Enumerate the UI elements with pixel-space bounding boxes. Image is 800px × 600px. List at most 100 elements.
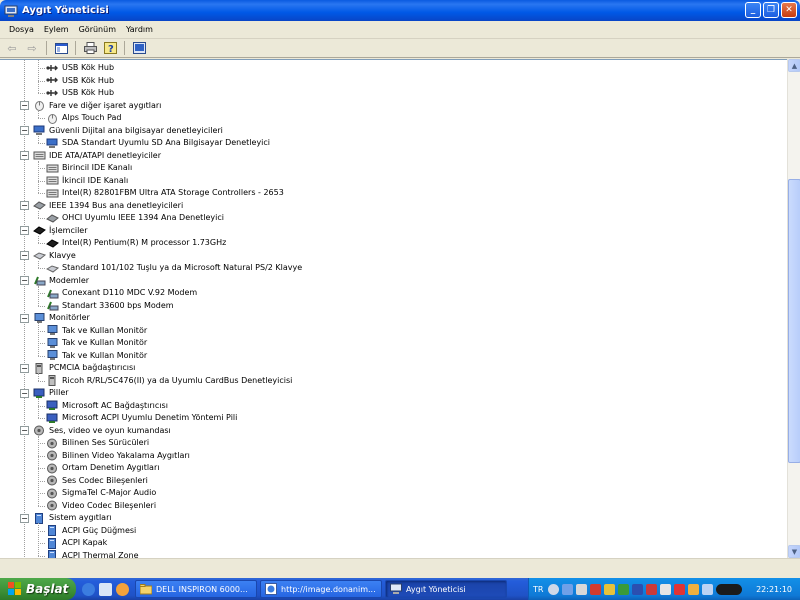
internet-explorer-icon[interactable] bbox=[82, 582, 95, 596]
tree-device[interactable]: Ses Codec Bileşenleri bbox=[46, 475, 148, 488]
tree-device[interactable]: Standart 33600 bps Modem bbox=[46, 300, 174, 313]
print-icon[interactable] bbox=[81, 40, 99, 56]
tree-category[interactable]: − Klavye bbox=[20, 250, 76, 263]
scroll-thumb[interactable] bbox=[788, 179, 800, 463]
forward-arrow-icon[interactable]: ⇨ bbox=[23, 40, 41, 56]
tree-device[interactable]: Microsoft AC Bağdaştırıcısı bbox=[46, 400, 168, 413]
tree-category[interactable]: − Fare ve diğer işaret aygıtları bbox=[20, 100, 161, 113]
tree-device[interactable]: Alps Touch Pad bbox=[46, 112, 121, 125]
tree-device[interactable]: Intel(R) Pentium(R) M processor 1.73GHz bbox=[46, 237, 226, 250]
tree-device[interactable]: İkincil IDE Kanalı bbox=[46, 175, 128, 188]
tree-device[interactable]: USB Kök Hub bbox=[46, 87, 114, 100]
tree-device[interactable]: Conexant D110 MDC V.92 Modem bbox=[46, 287, 197, 300]
antivirus-icon[interactable] bbox=[604, 583, 616, 595]
collapse-toggle-icon[interactable]: − bbox=[20, 126, 29, 136]
app-tray-icon[interactable] bbox=[660, 583, 672, 595]
tree-device[interactable]: Tak ve Kullan Monitör bbox=[46, 325, 147, 338]
tree-device[interactable]: Microsoft ACPI Uyumlu Denetim Yöntemi Pi… bbox=[46, 412, 237, 425]
vertical-scrollbar[interactable]: ▲ ▼ bbox=[787, 59, 800, 558]
minimize-button[interactable]: _ bbox=[745, 2, 761, 18]
tree-device[interactable]: ACPI Kapak bbox=[46, 537, 107, 550]
app-tray-icon[interactable] bbox=[646, 583, 658, 595]
app-tray-icon[interactable] bbox=[716, 583, 743, 595]
tree-device[interactable]: SigmaTel C-Major Audio bbox=[46, 487, 156, 500]
tree-category[interactable]: − Güvenli Dijital ana bilgisayar denetley… bbox=[20, 125, 223, 138]
collapse-toggle-icon[interactable]: − bbox=[20, 251, 29, 261]
tree-device[interactable]: SDA Standart Uyumlu SD Ana Bilgisayar De… bbox=[46, 137, 270, 150]
collapse-toggle-icon[interactable]: − bbox=[20, 513, 29, 523]
browser-icon bbox=[265, 583, 277, 595]
tree-device[interactable]: ACPI Thermal Zone bbox=[46, 550, 139, 558]
wireless-icon[interactable] bbox=[702, 583, 714, 595]
monitor-icon bbox=[33, 312, 46, 324]
network-icon[interactable] bbox=[562, 583, 574, 595]
task-browser[interactable]: http://image.donanim... bbox=[260, 580, 382, 598]
close-button[interactable]: ✕ bbox=[781, 2, 797, 18]
collapse-toggle-icon[interactable]: − bbox=[20, 363, 29, 373]
help-icon[interactable]: ? bbox=[101, 40, 119, 56]
tree-category[interactable]: − IEEE 1394 Bus ana denetleyicileri bbox=[20, 200, 183, 213]
language-indicator[interactable]: TR bbox=[533, 585, 543, 594]
media-player-icon[interactable] bbox=[116, 582, 129, 596]
collapse-toggle-icon[interactable]: − bbox=[20, 226, 29, 236]
tree-device[interactable]: Video Codec Bileşenleri bbox=[46, 500, 156, 513]
menu-help[interactable]: Yardım bbox=[121, 25, 158, 34]
tree-category[interactable]: − IDE ATA/ATAPI denetleyiciler bbox=[20, 150, 161, 163]
tree-device[interactable]: Bilinen Video Yakalama Aygıtları bbox=[46, 450, 190, 463]
tree-device[interactable]: Bilinen Ses Sürücüleri bbox=[46, 437, 149, 450]
maximize-button[interactable]: ❐ bbox=[763, 2, 779, 18]
app-tray-icon[interactable] bbox=[674, 583, 686, 595]
tree-category[interactable]: − Piller bbox=[20, 387, 69, 400]
scroll-down-button[interactable]: ▼ bbox=[788, 545, 800, 558]
device-tree-pane[interactable]: USB Kök Hub USB Kök Hub USB Kök Hub − Fare v… bbox=[0, 59, 787, 558]
tree-category[interactable]: − Modemler bbox=[20, 275, 89, 288]
modem-icon bbox=[46, 288, 59, 299]
clock[interactable]: 22:21:10 bbox=[756, 585, 792, 594]
collapse-toggle-icon[interactable]: − bbox=[20, 151, 29, 161]
collapse-toggle-icon[interactable]: − bbox=[20, 426, 29, 436]
volume-icon[interactable] bbox=[576, 583, 588, 595]
menu-action[interactable]: Eylem bbox=[39, 25, 74, 34]
device-label: Conexant D110 MDC V.92 Modem bbox=[62, 288, 198, 298]
device-label: USB Kök Hub bbox=[62, 63, 115, 73]
tree-device[interactable]: Tak ve Kullan Monitör bbox=[46, 350, 147, 363]
scroll-up-button[interactable]: ▲ bbox=[788, 59, 800, 72]
tree-device[interactable]: Standard 101/102 Tuşlu ya da Microsoft N… bbox=[45, 262, 302, 275]
task-device-manager[interactable]: Aygıt Yöneticisi bbox=[385, 580, 507, 598]
security-icon[interactable] bbox=[590, 583, 602, 595]
menu-view[interactable]: Görünüm bbox=[74, 25, 121, 34]
device-label: Microsoft ACPI Uyumlu Denetim Yöntemi Pi… bbox=[62, 413, 238, 423]
task-dell-inspiron[interactable]: DELL INSPIRON 6000... bbox=[135, 580, 257, 598]
svg-text:?: ? bbox=[108, 44, 114, 54]
show-desktop-icon[interactable] bbox=[99, 582, 112, 596]
app-tray-icon[interactable] bbox=[618, 583, 630, 595]
collapse-toggle-icon[interactable]: − bbox=[20, 388, 29, 398]
back-arrow-icon[interactable]: ⇦ bbox=[3, 40, 21, 56]
collapse-toggle-icon[interactable]: − bbox=[20, 101, 29, 111]
start-button[interactable]: Başlat bbox=[0, 578, 76, 600]
tree-device[interactable]: Intel(R) 82801FBM Ultra ATA Storage Cont… bbox=[46, 187, 284, 200]
tree-device[interactable]: OHCI Uyumlu IEEE 1394 Ana Denetleyici bbox=[46, 212, 224, 225]
collapse-toggle-icon[interactable]: − bbox=[20, 276, 29, 286]
app-tray-icon[interactable] bbox=[632, 583, 644, 595]
tree-category[interactable]: − İşlemciler bbox=[20, 225, 88, 238]
tree-category[interactable]: − Ses, video ve oyun kumandası bbox=[20, 425, 171, 438]
app-tray-icon[interactable] bbox=[688, 583, 700, 595]
help-tray-icon[interactable] bbox=[548, 583, 560, 595]
tree-category[interactable]: − Sistem aygıtları bbox=[20, 512, 112, 525]
tree-connector bbox=[38, 110, 39, 118]
tree-device[interactable]: Tak ve Kullan Monitör bbox=[46, 337, 147, 350]
menu-file[interactable]: Dosya bbox=[4, 25, 39, 34]
tree-device[interactable]: Birincil IDE Kanalı bbox=[46, 162, 132, 175]
tree-device[interactable]: USB Kök Hub bbox=[46, 75, 114, 88]
tree-device[interactable]: Ortam Denetim Aygıtları bbox=[46, 462, 159, 475]
collapse-toggle-icon[interactable]: − bbox=[20, 313, 29, 323]
tree-device[interactable]: USB Kök Hub bbox=[46, 62, 114, 75]
tree-category[interactable]: − Monitörler bbox=[20, 312, 90, 325]
collapse-toggle-icon[interactable]: − bbox=[20, 201, 29, 211]
tree-device[interactable]: ACPI Güç Düğmesi bbox=[46, 525, 136, 538]
window-title-bar[interactable]: Aygıt Yöneticisi _ ❐ ✕ bbox=[0, 0, 800, 21]
tree-device[interactable]: Ricoh R/RL/5C476(II) ya da Uyumlu CardBu… bbox=[46, 375, 292, 388]
properties-icon[interactable] bbox=[130, 40, 148, 56]
show-hide-tree-icon[interactable] bbox=[52, 40, 70, 56]
